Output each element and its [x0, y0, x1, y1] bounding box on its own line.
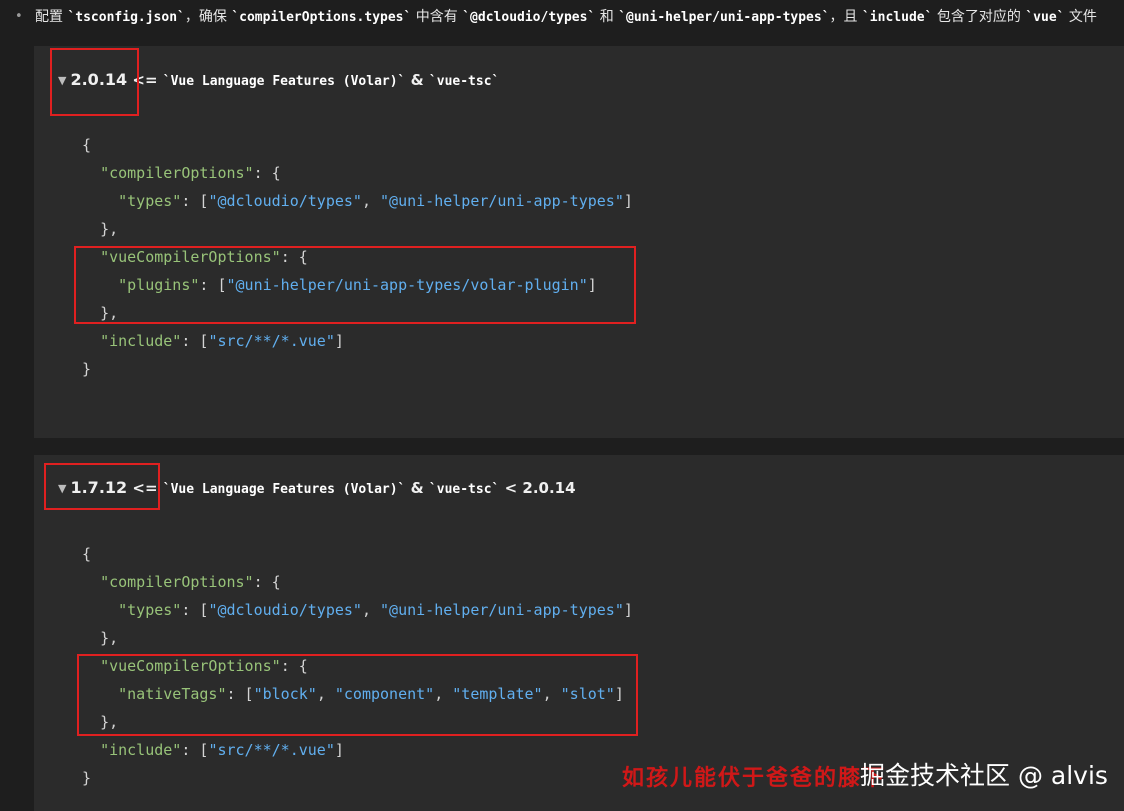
punct: : [ — [181, 741, 209, 759]
json-string: "src/**/*.vue" — [208, 741, 335, 759]
tool-vue-tsc: `vue-tsc` — [428, 74, 500, 89]
punct: : { — [253, 573, 281, 591]
code-line: { — [82, 540, 633, 568]
punct: ] — [623, 192, 633, 210]
intro-mid1: ，确保 — [184, 9, 232, 25]
code-line: "types": ["@dcloudio/types", "@uni-helpe… — [82, 187, 633, 215]
punct: : [ — [181, 332, 209, 350]
punct: : [ — [181, 192, 209, 210]
tool-volar: `Vue Language Features (Volar)` — [162, 482, 406, 497]
intro-code-dcloudio: `@dcloudio/types` — [462, 10, 596, 25]
punct: }, — [100, 629, 119, 647]
code-line: "compilerOptions": { — [82, 568, 633, 596]
code-line: }, — [82, 624, 633, 652]
watermark: 掘金技术社区 @ alvis — [860, 761, 1108, 790]
punct: ] — [623, 601, 633, 619]
intro-text: 配置 `tsconfig.json`，确保 `compilerOptions.t… — [35, 0, 1097, 34]
tool-volar: `Vue Language Features (Volar)` — [162, 74, 406, 89]
json-key: "types" — [118, 192, 182, 210]
code-line: "types": ["@dcloudio/types", "@uni-helpe… — [82, 596, 633, 624]
brace: } — [82, 769, 92, 787]
json-string: "@dcloudio/types" — [208, 192, 362, 210]
intro-code-vue: `vue` — [1025, 10, 1065, 25]
code-line: } — [82, 355, 633, 383]
json-key: "include" — [100, 332, 182, 350]
tool-vue-tsc: `vue-tsc` — [428, 482, 500, 497]
code-line: }, — [82, 215, 633, 243]
punct: : { — [253, 164, 281, 182]
code-line: } — [82, 764, 633, 792]
list-bullet: • — [15, 9, 23, 24]
highlight-box-version — [50, 48, 139, 116]
punct: }, — [100, 220, 119, 238]
code-line: "compilerOptions": { — [82, 159, 633, 187]
intro-code-types: `compilerOptions.types` — [231, 10, 412, 25]
code-line: { — [82, 131, 633, 159]
tail: < 2.0.14 — [499, 479, 576, 497]
punct: , — [361, 601, 381, 619]
punct: ] — [334, 332, 344, 350]
json-string: "@uni-helper/uni-app-types" — [380, 601, 624, 619]
punct: , — [361, 192, 381, 210]
json-string: "@dcloudio/types" — [208, 601, 362, 619]
json-string: "src/**/*.vue" — [208, 332, 335, 350]
intro-mid3: 和 — [595, 9, 619, 25]
amp: & — [405, 479, 429, 497]
punct: : [ — [181, 601, 209, 619]
intro-code-include: `include` — [861, 10, 933, 25]
highlight-box-vue-compiler-options — [77, 654, 638, 736]
intro-mid4: ，且 — [829, 9, 862, 25]
punct: ] — [334, 741, 344, 759]
highlight-box-vue-compiler-options — [74, 246, 636, 324]
intro-suffix: 文件 — [1064, 9, 1097, 25]
json-key: "types" — [118, 601, 182, 619]
red-caption-overlay: 如孩儿能伏于爸爸的膝下 — [622, 765, 887, 791]
intro-prefix: 配置 — [35, 9, 68, 25]
json-string: "@uni-helper/uni-app-types" — [380, 192, 624, 210]
highlight-box-version — [44, 463, 160, 510]
brace: { — [82, 136, 92, 154]
json-key: "compilerOptions" — [100, 164, 254, 182]
intro-code-unihelper: `@uni-helper/uni-app-types` — [618, 10, 830, 25]
brace: { — [82, 545, 92, 563]
json-key: "compilerOptions" — [100, 573, 254, 591]
intro-line: • 配置 `tsconfig.json`，确保 `compilerOptions… — [0, 0, 1124, 34]
intro-code-tsconfig: `tsconfig.json` — [67, 10, 185, 25]
brace: } — [82, 360, 92, 378]
code-line: "include": ["src/**/*.vue"] — [82, 736, 633, 764]
intro-mid5: 包含了对应的 — [932, 9, 1026, 25]
code-line: "include": ["src/**/*.vue"] — [82, 327, 633, 355]
intro-mid2: 中含有 — [411, 9, 463, 25]
amp: & — [405, 71, 429, 89]
json-key: "include" — [100, 741, 182, 759]
